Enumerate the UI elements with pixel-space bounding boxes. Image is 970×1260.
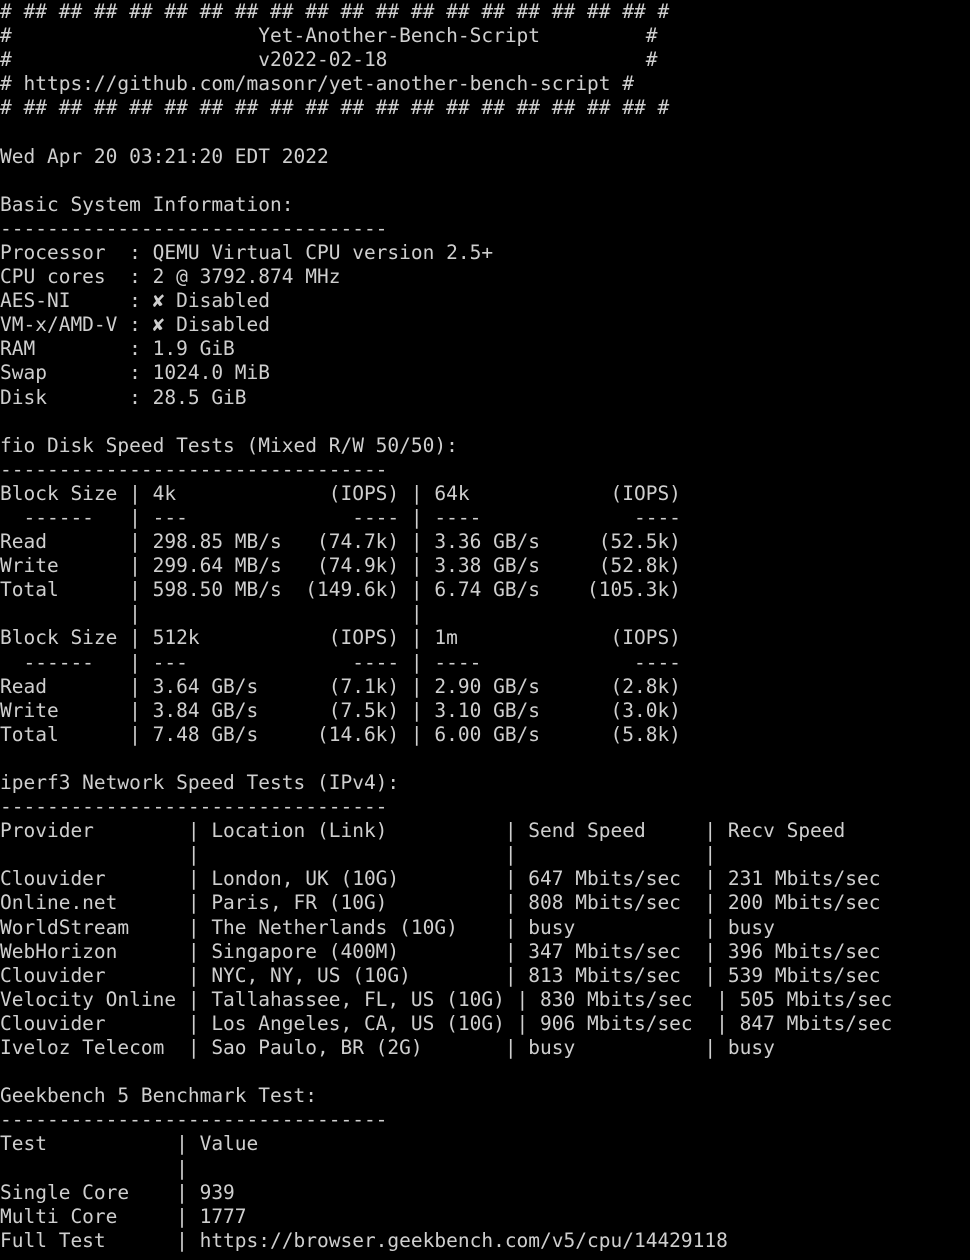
terminal-window[interactable]: # ## ## ## ## ## ## ## ## ## ## ## ## ##… (0, 0, 970, 1260)
terminal-output: # ## ## ## ## ## ## ## ## ## ## ## ## ##… (0, 0, 893, 1252)
